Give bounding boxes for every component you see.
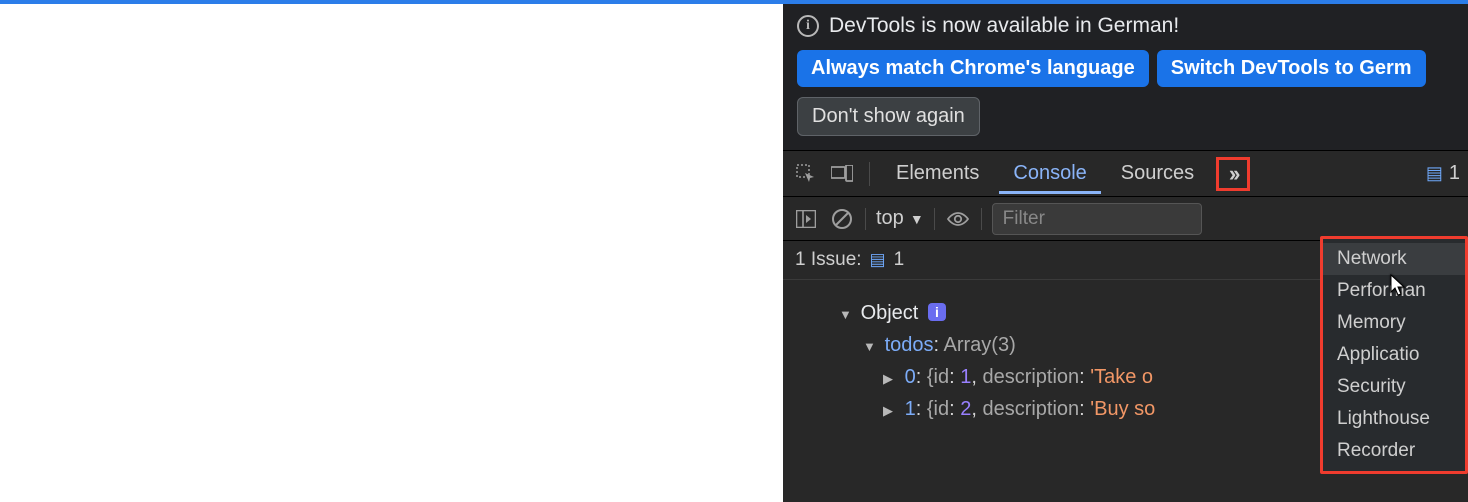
info-icon: i bbox=[797, 15, 819, 37]
property-key: todos bbox=[885, 334, 934, 356]
always-match-language-button[interactable]: Always match Chrome's language bbox=[797, 50, 1149, 87]
dropdown-item-network[interactable]: Network bbox=[1323, 243, 1465, 275]
dropdown-item-lighthouse[interactable]: Lighthouse bbox=[1323, 403, 1465, 435]
issues-badge[interactable]: ▤ 1 bbox=[1426, 162, 1460, 185]
property-type: Array(3) bbox=[944, 334, 1016, 356]
tab-sources[interactable]: Sources bbox=[1107, 153, 1208, 194]
live-expression-icon[interactable] bbox=[945, 206, 971, 232]
context-label: top bbox=[876, 207, 904, 230]
object-label: Object bbox=[861, 302, 919, 324]
info-badge-icon[interactable]: i bbox=[928, 303, 946, 321]
page-content bbox=[0, 0, 783, 502]
tab-elements[interactable]: Elements bbox=[882, 153, 993, 194]
console-toolbar: top ▼ bbox=[783, 197, 1468, 241]
toggle-sidebar-icon[interactable] bbox=[793, 206, 819, 232]
tab-console[interactable]: Console bbox=[999, 153, 1100, 194]
more-tabs-dropdown: Network Performan Memory Applicatio Secu… bbox=[1320, 236, 1468, 474]
more-tabs-button[interactable]: ›› bbox=[1216, 157, 1250, 191]
inspect-element-icon[interactable] bbox=[791, 159, 821, 189]
devtools-tabstrip: Elements Console Sources ›› ▤ 1 bbox=[783, 151, 1468, 197]
devtools-panel: i DevTools is now available in German! A… bbox=[783, 0, 1468, 502]
dropdown-item-performance[interactable]: Performan bbox=[1323, 275, 1465, 307]
dropdown-item-recorder[interactable]: Recorder bbox=[1323, 435, 1465, 467]
dropdown-item-memory[interactable]: Memory bbox=[1323, 307, 1465, 339]
device-toolbar-icon[interactable] bbox=[827, 159, 857, 189]
switch-to-german-button[interactable]: Switch DevTools to Germ bbox=[1157, 50, 1426, 87]
separator bbox=[865, 208, 866, 230]
disclosure-triangle-icon[interactable] bbox=[863, 330, 879, 362]
filter-input[interactable] bbox=[992, 203, 1202, 235]
issue-count: 1 bbox=[894, 249, 905, 271]
dropdown-item-application[interactable]: Applicatio bbox=[1323, 339, 1465, 371]
issues-icon: ▤ bbox=[1426, 163, 1443, 184]
context-selector[interactable]: top ▼ bbox=[876, 207, 924, 230]
separator bbox=[934, 208, 935, 230]
clear-console-icon[interactable] bbox=[829, 206, 855, 232]
caret-down-icon: ▼ bbox=[910, 211, 924, 227]
issues-icon: ▤ bbox=[870, 250, 886, 270]
disclosure-triangle-icon[interactable] bbox=[839, 298, 855, 330]
separator bbox=[981, 208, 982, 230]
disclosure-triangle-icon[interactable] bbox=[883, 362, 899, 394]
language-infobar: i DevTools is now available in German! A… bbox=[783, 4, 1468, 151]
infobar-message: DevTools is now available in German! bbox=[829, 14, 1179, 38]
issue-label: 1 Issue: bbox=[795, 249, 862, 271]
separator bbox=[869, 162, 870, 186]
dropdown-item-security[interactable]: Security bbox=[1323, 371, 1465, 403]
issues-count: 1 bbox=[1449, 162, 1460, 185]
disclosure-triangle-icon[interactable] bbox=[883, 394, 899, 426]
dont-show-again-button[interactable]: Don't show again bbox=[797, 97, 980, 136]
